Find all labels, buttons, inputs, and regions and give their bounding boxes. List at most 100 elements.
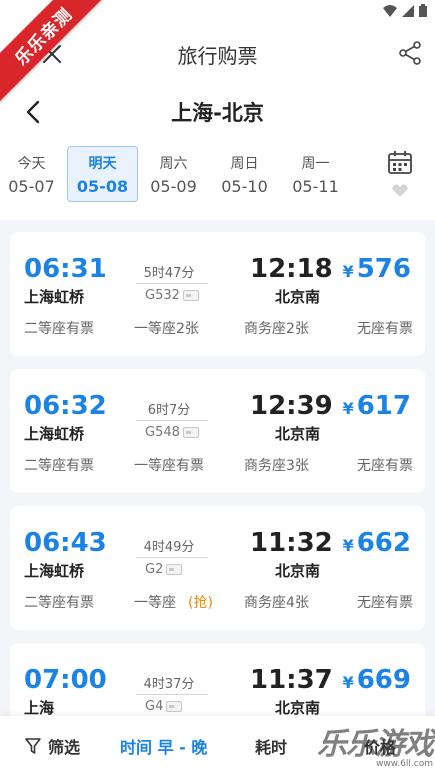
arrival-station: 北京南 bbox=[274, 425, 320, 443]
train-card[interactable]: 06:32 上海虹桥 6时7分 G548 12:39 北京南 ¥617 二等座有… bbox=[10, 369, 425, 493]
id-card-icon bbox=[166, 564, 183, 575]
battery-icon bbox=[419, 4, 427, 17]
route-title: 上海-北京 bbox=[171, 101, 264, 125]
date-weekday: 周六 bbox=[159, 155, 188, 172]
seat-second-class: 二等座有票 bbox=[24, 595, 94, 611]
currency-symbol: ¥ bbox=[342, 262, 354, 281]
arrival-time: 11:37 bbox=[250, 665, 333, 695]
train-number-text: G532 bbox=[145, 288, 180, 303]
date-item[interactable]: 今天 05-07 bbox=[0, 146, 67, 202]
train-list: 06:31 上海虹桥 5时47分 G532 12:18 北京南 ¥576 二等座… bbox=[10, 232, 425, 773]
date-list: 今天 05-07 明天 05-08 周六 05-09 周日 05-10 周一 0… bbox=[0, 146, 422, 202]
date-weekday: 周一 bbox=[301, 155, 330, 172]
seat-business: 商务座3张 bbox=[244, 458, 309, 474]
sort-by-time-button[interactable]: 时间 早 - 晚 bbox=[120, 734, 207, 758]
seat-availability: 二等座有票 一等座 (抢) 商务座4张 无座有票 bbox=[24, 592, 413, 612]
train-number-text: G4 bbox=[145, 699, 164, 714]
id-card-icon bbox=[166, 701, 183, 712]
date-value: 05-11 bbox=[292, 176, 339, 196]
price-value: 576 bbox=[356, 254, 411, 284]
duration-divider bbox=[136, 557, 208, 558]
seat-second-class: 二等座有票 bbox=[24, 458, 94, 474]
arrival-station: 北京南 bbox=[274, 562, 320, 580]
seat-availability: 二等座有票 一等座2张 商务座2张 无座有票 bbox=[24, 318, 413, 338]
id-card-icon bbox=[182, 427, 199, 438]
seat-availability: 二等座有票 一等座有票 商务座3张 无座有票 bbox=[24, 455, 413, 475]
train-card[interactable]: 06:43 上海虹桥 4时49分 G2 11:32 北京南 ¥662 二等座有票… bbox=[10, 506, 425, 630]
filter-button[interactable]: 筛选 bbox=[24, 734, 80, 758]
page-title: 旅行购票 bbox=[177, 43, 258, 68]
arrival-time: 11:32 bbox=[250, 528, 333, 558]
wifi-icon bbox=[383, 4, 397, 17]
date-value: 05-07 bbox=[8, 176, 55, 196]
status-icons bbox=[383, 4, 427, 17]
date-selector: 今天 05-07 明天 05-08 周六 05-09 周日 05-10 周一 0… bbox=[0, 138, 435, 220]
date-value: 05-09 bbox=[150, 176, 197, 196]
date-item[interactable]: 周六 05-09 bbox=[138, 146, 209, 202]
signal-icon bbox=[402, 4, 414, 17]
train-number: G2 bbox=[145, 562, 183, 577]
sort-filter-bar: 筛选 时间 早 - 晚 耗时 价格 bbox=[0, 716, 435, 773]
date-weekday: 明天 bbox=[88, 155, 117, 172]
seat-first-class: 一等座有票 bbox=[134, 458, 204, 474]
ticket-price: ¥617 bbox=[343, 391, 411, 421]
train-number-text: G2 bbox=[145, 562, 164, 577]
train-number: G4 bbox=[145, 699, 183, 714]
train-number-text: G548 bbox=[145, 425, 180, 440]
grab-ticket-link[interactable]: (抢) bbox=[176, 595, 213, 611]
duration-divider bbox=[136, 694, 208, 695]
sort-by-price-button[interactable]: 价格 bbox=[364, 734, 396, 758]
price-value: 669 bbox=[356, 665, 411, 695]
date-item-selected[interactable]: 明天 05-08 bbox=[67, 146, 138, 202]
filter-icon bbox=[25, 738, 41, 754]
seat-second-class: 二等座有票 bbox=[24, 321, 94, 337]
seat-first-class: 一等座 bbox=[134, 595, 176, 611]
ticket-price: ¥669 bbox=[343, 665, 411, 695]
departure-station: 上海 bbox=[24, 699, 55, 717]
date-weekday: 今天 bbox=[17, 155, 46, 172]
seat-business: 商务座2张 bbox=[244, 321, 309, 337]
share-icon[interactable] bbox=[397, 40, 423, 66]
sort-by-duration-button[interactable]: 耗时 bbox=[255, 734, 287, 758]
departure-time: 06:43 bbox=[24, 528, 107, 558]
seat-standing: 无座有票 bbox=[357, 321, 413, 337]
calendar-icon bbox=[388, 151, 412, 174]
calendar-button[interactable] bbox=[365, 138, 435, 220]
sort-by-time-label: 时间 早 - 晚 bbox=[120, 738, 208, 757]
departure-time: 06:31 bbox=[24, 254, 107, 284]
train-card[interactable]: 06:31 上海虹桥 5时47分 G532 12:18 北京南 ¥576 二等座… bbox=[10, 232, 425, 356]
price-value: 617 bbox=[356, 391, 411, 421]
arrival-time: 12:18 bbox=[250, 254, 333, 284]
date-value: 05-08 bbox=[76, 176, 129, 196]
currency-symbol: ¥ bbox=[342, 673, 354, 692]
sort-by-duration-label: 耗时 bbox=[255, 738, 288, 757]
currency-symbol: ¥ bbox=[342, 399, 354, 418]
sort-by-price-label: 价格 bbox=[364, 738, 397, 757]
seat-first-class: 一等座2张 bbox=[134, 321, 199, 337]
route-bar: 上海-北京 bbox=[0, 86, 435, 138]
back-arrow-icon[interactable] bbox=[20, 98, 48, 126]
ticket-price: ¥662 bbox=[343, 528, 411, 558]
filter-label: 筛选 bbox=[48, 738, 81, 757]
trip-duration: 5时47分 bbox=[143, 266, 195, 281]
departure-station: 上海虹桥 bbox=[24, 562, 85, 580]
date-weekday: 周日 bbox=[230, 155, 259, 172]
price-value: 662 bbox=[356, 528, 411, 558]
arrival-station: 北京南 bbox=[274, 699, 320, 717]
ticket-price: ¥576 bbox=[343, 254, 411, 284]
trip-duration: 4时37分 bbox=[143, 677, 195, 692]
departure-time: 06:32 bbox=[24, 391, 107, 421]
date-item[interactable]: 周一 05-11 bbox=[280, 146, 351, 202]
seat-business: 商务座4张 bbox=[244, 595, 309, 611]
duration-divider bbox=[136, 420, 208, 421]
departure-station: 上海虹桥 bbox=[24, 425, 85, 443]
date-value: 05-10 bbox=[221, 176, 268, 196]
train-number: G532 bbox=[145, 288, 199, 303]
departure-station: 上海虹桥 bbox=[24, 288, 85, 306]
duration-divider bbox=[136, 283, 208, 284]
currency-symbol: ¥ bbox=[342, 536, 354, 555]
date-item[interactable]: 周日 05-10 bbox=[209, 146, 280, 202]
seat-first-class-wrap: 一等座 (抢) bbox=[122, 592, 217, 612]
train-number: G548 bbox=[145, 425, 199, 440]
heart-icon bbox=[392, 184, 408, 197]
